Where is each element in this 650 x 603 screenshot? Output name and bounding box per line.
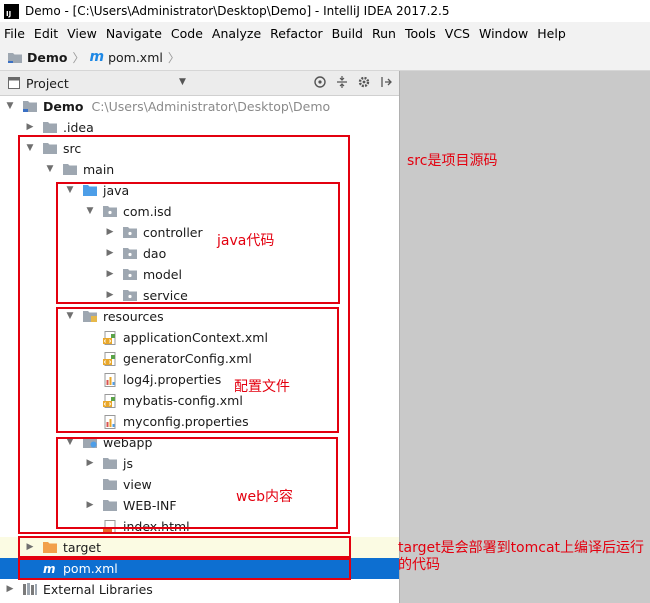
expand-arrow-icon[interactable]: ▼ (5, 101, 15, 111)
tree-item-demo[interactable]: ▼ Demo C:\Users\Administrator\Desktop\Demo (0, 96, 399, 117)
java-annotation-box (56, 182, 340, 304)
window-title: Demo - [C:\Users\Administrator\Desktop\D… (25, 4, 450, 18)
module-folder-icon (23, 100, 37, 115)
collapse-arrow-icon[interactable]: ▶ (5, 584, 15, 594)
menu-code[interactable]: Code (167, 26, 207, 41)
collapse-icon[interactable] (335, 75, 349, 89)
folder-icon (8, 52, 22, 63)
project-panel-header: Project ▼ (0, 71, 399, 96)
menu-analyze[interactable]: Analyze (208, 26, 265, 41)
tree-item-text: Demo (43, 99, 84, 114)
title-bar: IJ Demo - [C:\Users\Administrator\Deskto… (0, 0, 650, 23)
libraries-icon (23, 583, 37, 598)
tree-item-label: External Libraries (43, 582, 153, 597)
collapse-arrow-icon[interactable]: ▶ (25, 122, 35, 132)
hide-icon[interactable] (379, 75, 393, 89)
tree-item-text: External Libraries (43, 582, 153, 597)
webapp-annotation-box (56, 437, 338, 529)
menu-build[interactable]: Build (328, 26, 367, 41)
pom-annotation-box (18, 558, 351, 580)
menu-run[interactable]: Run (368, 26, 400, 41)
menu-tools[interactable]: Tools (401, 26, 440, 41)
breadcrumb-project[interactable]: Demo (8, 50, 67, 65)
resources-annotation: 配置文件 (234, 379, 290, 395)
menu-file[interactable]: File (0, 26, 29, 41)
java-annotation: java代码 (217, 233, 275, 249)
tree-item-label: .idea (63, 120, 94, 135)
menu-navigate[interactable]: Navigate (102, 26, 166, 41)
navigation-bar: Demo 〉 m pom.xml 〉 (0, 44, 650, 71)
tree-item-label: Demo C:\Users\Administrator\Desktop\Demo (43, 99, 330, 114)
breadcrumb-separator: 〉 (167, 50, 180, 65)
maven-icon: m (89, 49, 105, 65)
project-path: C:\Users\Administrator\Desktop\Demo (91, 99, 331, 114)
menu-help[interactable]: Help (533, 26, 570, 41)
menu-bar: File Edit View Navigate Code Analyze Refactor B… (0, 22, 650, 44)
target-annotation-box (18, 536, 351, 558)
tree-item-text: .idea (63, 120, 94, 135)
project-panel-title[interactable]: Project (26, 76, 69, 91)
menu-refactor[interactable]: Refactor (266, 26, 326, 41)
resources-annotation-box (56, 307, 339, 433)
folder-icon (43, 121, 57, 136)
view-dropdown-icon[interactable]: ▼ (179, 77, 186, 87)
target-icon[interactable] (313, 75, 327, 89)
menu-vcs[interactable]: VCS (441, 26, 474, 41)
tree-item-external-libraries[interactable]: ▶ External Libraries (0, 579, 399, 600)
webapp-annotation: web内容 (236, 489, 293, 505)
menu-window[interactable]: Window (475, 26, 532, 41)
breadcrumb-file[interactable]: m pom.xml (89, 49, 162, 65)
target-annotation: target是会部署到tomcat上编译后运行的代码 (398, 540, 645, 573)
project-icon (8, 77, 20, 89)
intellij-logo-icon: IJ (4, 3, 19, 19)
menu-view[interactable]: View (63, 26, 101, 41)
gear-icon[interactable] (357, 75, 371, 89)
src-annotation: src是项目源码 (407, 153, 498, 169)
breadcrumb-separator: 〉 (72, 50, 85, 65)
menu-edit[interactable]: Edit (30, 26, 62, 41)
